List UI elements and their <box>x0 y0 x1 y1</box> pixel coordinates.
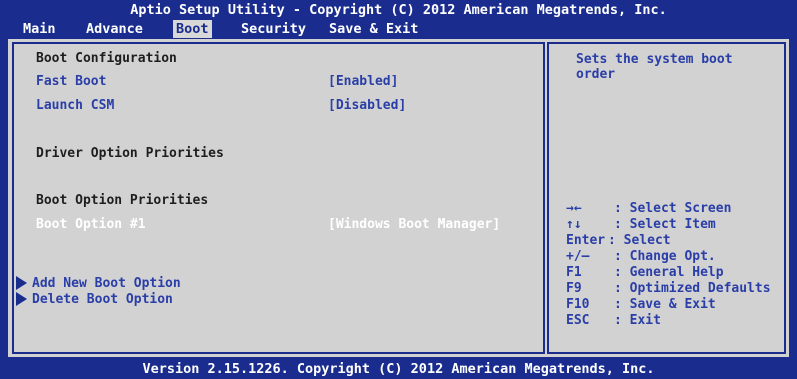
launch-csm-label[interactable]: Launch CSM <box>36 97 114 115</box>
window-title: Aptio Setup Utility - Copyright (C) 2012… <box>130 2 667 18</box>
key-row: +/— : Change Opt. <box>566 249 716 265</box>
fast-boot-value[interactable]: [Enabled] <box>328 73 398 91</box>
key-desc: : General Help <box>614 265 724 280</box>
footer-version: Version 2.15.1226. Copyright (C) 2012 Am… <box>142 361 655 377</box>
tab-security[interactable]: Security <box>238 20 309 38</box>
key-row: F9 : Optimized Defaults <box>566 281 771 297</box>
key-name: Enter <box>566 233 606 248</box>
key-desc: : Save & Exit <box>614 297 716 312</box>
tab-save-exit[interactable]: Save & Exit <box>326 20 421 38</box>
launch-csm-value[interactable]: [Disabled] <box>328 97 406 115</box>
key-desc: : Select Screen <box>614 201 732 216</box>
key-name: F1 <box>566 265 582 280</box>
key-name: F9 <box>566 281 582 296</box>
boot-option-1-value[interactable]: [Windows Boot Manager] <box>328 216 500 234</box>
key-row: ESC : Exit <box>566 313 661 329</box>
key-desc: : Optimized Defaults <box>614 281 771 296</box>
submenu-arrow-icon <box>16 276 27 290</box>
key-name: ESC <box>566 313 590 328</box>
key-row: Enter: Select <box>566 233 671 249</box>
key-row: F1 : General Help <box>566 265 724 281</box>
key-name: +/— <box>566 249 590 264</box>
key-name: F10 <box>566 297 590 312</box>
key-row: →← : Select Screen <box>566 201 731 217</box>
tab-boot[interactable]: Boot <box>173 20 212 38</box>
key-desc: : Select Item <box>614 217 716 232</box>
key-desc: : Change Opt. <box>614 249 716 264</box>
section-driver-option-priorities: Driver Option Priorities <box>36 146 224 161</box>
tab-advance[interactable]: Advance <box>83 20 146 38</box>
boot-option-1-label[interactable]: Boot Option #1 <box>36 216 146 234</box>
key-desc: : Select <box>608 233 671 248</box>
key-name: ↑↓ <box>566 217 582 232</box>
menu-bar: Main Advance Boot Security Save & Exit <box>0 18 797 40</box>
key-name: →← <box>566 201 582 216</box>
submenu-arrow-icon <box>16 292 27 306</box>
key-row: F10 : Save & Exit <box>566 297 716 313</box>
key-row: ↑↓ : Select Item <box>566 217 716 233</box>
section-boot-option-priorities: Boot Option Priorities <box>36 193 209 208</box>
section-boot-configuration: Boot Configuration <box>36 51 177 66</box>
help-text-line2: order <box>576 67 616 82</box>
delete-boot-option-link[interactable]: Delete Boot Option <box>32 291 173 309</box>
key-desc: : Exit <box>614 313 661 328</box>
fast-boot-label[interactable]: Fast Boot <box>36 73 106 91</box>
tab-main[interactable]: Main <box>20 20 59 38</box>
